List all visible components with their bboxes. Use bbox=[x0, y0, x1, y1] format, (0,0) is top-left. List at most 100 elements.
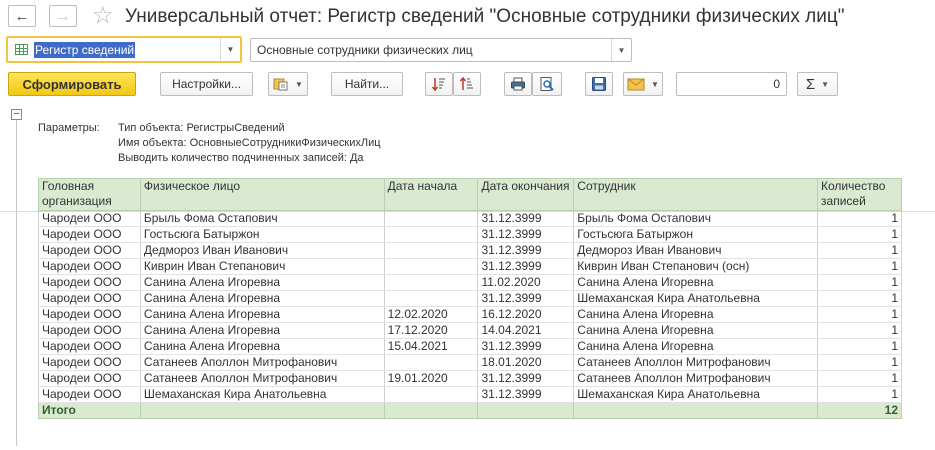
table-cell[interactable]: 1 bbox=[817, 306, 902, 323]
table-cell[interactable]: Гостьсюга Батыржон bbox=[573, 226, 819, 243]
table-cell[interactable]: 1 bbox=[817, 354, 902, 371]
settings-button[interactable]: Настройки... bbox=[160, 72, 253, 96]
table-cell[interactable]: Чародеи ООО bbox=[38, 290, 141, 307]
table-row[interactable]: Чародеи ООО Санина Алена Игоревна 31.12.39… bbox=[38, 290, 902, 307]
forward-button[interactable]: → bbox=[49, 5, 77, 27]
sort-descending-button[interactable] bbox=[425, 72, 453, 96]
back-button[interactable]: ← bbox=[8, 5, 36, 27]
table-cell[interactable] bbox=[383, 386, 479, 403]
amount-field[interactable]: 0 bbox=[676, 72, 787, 96]
table-cell[interactable]: Санина Алена Игоревна bbox=[139, 274, 385, 291]
table-cell[interactable]: Чародеи ООО bbox=[38, 370, 141, 387]
table-cell[interactable]: 1 bbox=[817, 290, 902, 307]
table-cell[interactable]: 1 bbox=[817, 322, 902, 339]
table-cell[interactable]: 31.12.3999 bbox=[477, 370, 575, 387]
table-cell[interactable] bbox=[383, 242, 479, 259]
send-mail-button[interactable]: ▼ bbox=[623, 72, 663, 96]
table-cell[interactable]: 1 bbox=[817, 386, 902, 403]
sort-ascending-button[interactable] bbox=[453, 72, 481, 96]
table-row[interactable]: Чародеи ООО Санина Алена Игоревна 11.02.20… bbox=[38, 274, 902, 291]
table-cell[interactable]: 1 bbox=[817, 258, 902, 275]
table-cell[interactable]: Санина Алена Игоревна bbox=[573, 274, 819, 291]
table-cell[interactable]: Шемаханская Кира Анатольевна bbox=[139, 386, 385, 403]
table-cell[interactable]: Чародеи ООО bbox=[38, 226, 141, 243]
table-cell[interactable]: Санина Алена Игоревна bbox=[139, 306, 385, 323]
table-cell[interactable]: 31.12.3999 bbox=[477, 242, 575, 259]
table-cell[interactable]: Санина Алена Игоревна bbox=[573, 322, 819, 339]
table-cell[interactable]: 17.12.2020 bbox=[383, 322, 479, 339]
table-cell[interactable] bbox=[383, 210, 479, 227]
table-cell[interactable]: 1 bbox=[817, 210, 902, 227]
object-name-select[interactable]: Основные сотрудники физических лиц ▼ bbox=[250, 38, 632, 62]
object-type-select[interactable]: Регистр сведений ▼ bbox=[6, 36, 242, 63]
generate-button[interactable]: Сформировать bbox=[8, 72, 136, 96]
table-cell[interactable]: Киврин Иван Степанович bbox=[139, 258, 385, 275]
table-cell[interactable]: Санина Алена Игоревна bbox=[139, 338, 385, 355]
table-cell[interactable] bbox=[383, 226, 479, 243]
chevron-down-icon[interactable]: ▼ bbox=[611, 39, 631, 61]
chevron-down-icon[interactable]: ▼ bbox=[220, 38, 240, 60]
table-cell[interactable]: Санина Алена Игоревна bbox=[139, 322, 385, 339]
table-cell[interactable]: Чародеи ООО bbox=[38, 242, 141, 259]
star-icon[interactable]: ☆ bbox=[92, 2, 114, 30]
table-row[interactable]: Чародеи ООО Киврин Иван Степанович 31.12.3… bbox=[38, 258, 902, 275]
table-cell[interactable]: 14.04.2021 bbox=[477, 322, 575, 339]
table-cell[interactable]: Шемаханская Кира Анатольевна bbox=[573, 386, 819, 403]
table-cell[interactable]: Чародеи ООО bbox=[38, 322, 141, 339]
table-cell[interactable]: 1 bbox=[817, 242, 902, 259]
table-cell[interactable]: Чародеи ООО bbox=[38, 274, 141, 291]
table-cell[interactable]: Киврин Иван Степанович (осн) bbox=[573, 258, 819, 275]
table-row[interactable]: Чародеи ООО Санина Алена Игоревна 15.04.20… bbox=[38, 338, 902, 355]
table-cell[interactable]: 15.04.2021 bbox=[383, 338, 479, 355]
table-cell[interactable]: Санина Алена Игоревна bbox=[139, 290, 385, 307]
table-cell[interactable] bbox=[383, 274, 479, 291]
table-cell[interactable]: Гостьсюга Батыржон bbox=[139, 226, 385, 243]
table-row[interactable]: Чародеи ООО Сатанеев Аполлон Митрофанович… bbox=[38, 354, 902, 371]
table-cell[interactable]: Чародеи ООО bbox=[38, 354, 141, 371]
table-row[interactable]: Чародеи ООО Шемаханская Кира Анатольевна 3… bbox=[38, 386, 902, 403]
table-cell[interactable]: 1 bbox=[817, 274, 902, 291]
sum-menu-button[interactable]: Σ ▼ bbox=[797, 72, 838, 96]
table-row[interactable]: Чародеи ООО Дедмороз Иван Иванович 31.12.3… bbox=[38, 242, 902, 259]
table-cell[interactable]: Санина Алена Игоревна bbox=[573, 338, 819, 355]
table-cell[interactable]: 18.01.2020 bbox=[477, 354, 575, 371]
table-row[interactable]: Чародеи ООО Гостьсюга Батыржон 31.12.3999 Г… bbox=[38, 226, 902, 243]
table-row[interactable]: Чародеи ООО Брыль Фома Остапович 31.12.399… bbox=[38, 210, 902, 227]
table-cell[interactable]: 31.12.3999 bbox=[477, 290, 575, 307]
table-cell[interactable]: Сатанеев Аполлон Митрофанович bbox=[139, 370, 385, 387]
table-cell[interactable]: 31.12.3999 bbox=[477, 210, 575, 227]
table-cell[interactable]: Дедмороз Иван Иванович bbox=[139, 242, 385, 259]
table-cell[interactable]: Сатанеев Аполлон Митрофанович bbox=[573, 354, 819, 371]
table-cell[interactable]: Чародеи ООО bbox=[38, 306, 141, 323]
print-button[interactable] bbox=[504, 72, 532, 96]
find-button[interactable]: Найти... bbox=[331, 72, 403, 96]
save-button[interactable] bbox=[585, 72, 613, 96]
table-cell[interactable]: Сатанеев Аполлон Митрофанович bbox=[573, 370, 819, 387]
table-cell[interactable] bbox=[383, 290, 479, 307]
variant-menu-button[interactable]: ▼ bbox=[268, 72, 308, 96]
table-cell[interactable]: Шемаханская Кира Анатольевна bbox=[573, 290, 819, 307]
table-row[interactable]: Чародеи ООО Санина Алена Игоревна 17.12.20… bbox=[38, 322, 902, 339]
table-cell[interactable]: Дедмороз Иван Иванович bbox=[573, 242, 819, 259]
table-cell[interactable]: 1 bbox=[817, 338, 902, 355]
table-cell[interactable]: Чародеи ООО bbox=[38, 258, 141, 275]
table-cell[interactable] bbox=[383, 258, 479, 275]
table-cell[interactable]: 12.02.2020 bbox=[383, 306, 479, 323]
print-preview-button[interactable] bbox=[532, 72, 562, 96]
table-cell[interactable]: Брыль Фома Остапович bbox=[139, 210, 385, 227]
table-cell[interactable]: Чародеи ООО bbox=[38, 210, 141, 227]
table-row[interactable]: Чародеи ООО Сатанеев Аполлон Митрофанович… bbox=[38, 370, 902, 387]
table-cell[interactable]: 11.02.2020 bbox=[477, 274, 575, 291]
table-cell[interactable]: 1 bbox=[817, 370, 902, 387]
table-cell[interactable]: 16.12.2020 bbox=[477, 306, 575, 323]
table-cell[interactable] bbox=[383, 354, 479, 371]
table-cell[interactable]: Чародеи ООО bbox=[38, 338, 141, 355]
table-cell[interactable]: Брыль Фома Остапович bbox=[573, 210, 819, 227]
table-cell[interactable]: Сатанеев Аполлон Митрофанович bbox=[139, 354, 385, 371]
table-cell[interactable]: 1 bbox=[817, 226, 902, 243]
table-cell[interactable]: 19.01.2020 bbox=[383, 370, 479, 387]
table-cell[interactable]: 31.12.3999 bbox=[477, 226, 575, 243]
table-cell[interactable]: Санина Алена Игоревна bbox=[573, 306, 819, 323]
collapse-icon[interactable]: – bbox=[11, 109, 22, 120]
table-cell[interactable]: 31.12.3999 bbox=[477, 338, 575, 355]
